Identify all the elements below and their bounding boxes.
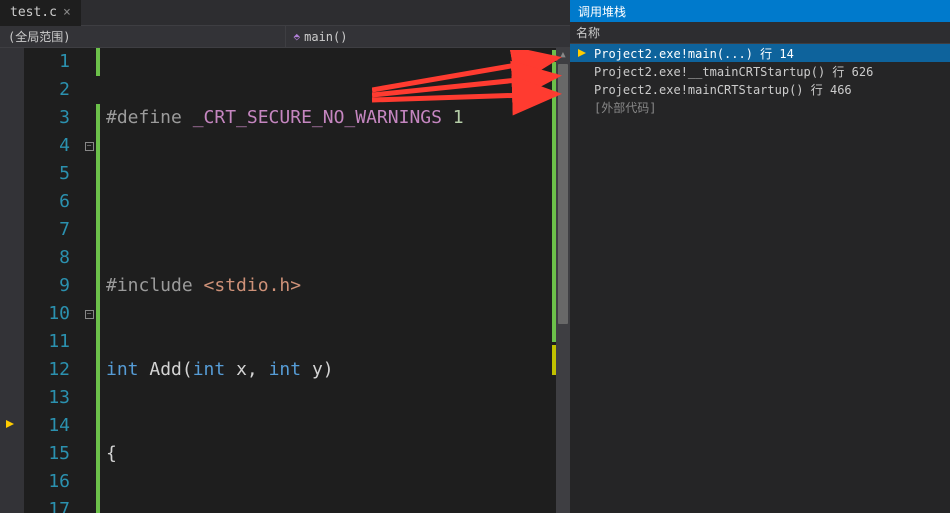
callstack-row[interactable]: Project2.exe!__tmainCRTStartup() 行 626 xyxy=(570,62,950,80)
line-number-gutter: 1 2 3 4 5 6 7 8 9 10 11 12 13 14 15 16 1… xyxy=(24,48,82,513)
frame-label: [外部代码] xyxy=(594,99,656,116)
editor-pane: test.c × (全局范围) ⬘ main() 1 2 3 4 5 6 7 8… xyxy=(0,0,570,513)
frame-label: Project2.exe!main(...) 行 14 xyxy=(594,45,794,62)
scope-bar: (全局范围) ⬘ main() xyxy=(0,26,570,48)
callstack-panel: 调用堆栈 名称 Project2.exe!main(...) 行 14 Proj… xyxy=(570,0,950,513)
callstack-row[interactable]: Project2.exe!main(...) 行 14 xyxy=(570,44,950,62)
callstack-row[interactable]: Project2.exe!mainCRTStartup() 行 466 xyxy=(570,80,950,98)
scroll-up-icon[interactable]: ▲ xyxy=(556,48,570,62)
scrollbar-thumb[interactable] xyxy=(558,64,568,324)
code-text[interactable]: #define _CRT_SECURE_NO_WARNINGS 1 #inclu… xyxy=(100,48,570,513)
tab-label: test.c xyxy=(10,5,57,20)
panel-title[interactable]: 调用堆栈 xyxy=(570,0,950,22)
vertical-scrollbar[interactable]: ▲ xyxy=(556,48,570,513)
fold-icon[interactable]: − xyxy=(85,310,94,319)
current-frame-icon xyxy=(576,49,588,57)
execution-pointer-icon xyxy=(6,420,14,428)
scope-right-label: main() xyxy=(304,30,347,44)
scope-dropdown-right[interactable]: ⬘ main() xyxy=(286,26,571,47)
tab-bar: test.c × xyxy=(0,0,570,26)
fold-icon[interactable]: − xyxy=(85,142,94,151)
method-icon: ⬘ xyxy=(294,30,301,43)
overview-change-mark xyxy=(552,50,556,56)
frame-label: Project2.exe!mainCRTStartup() 行 466 xyxy=(594,81,852,98)
overview-mark xyxy=(552,345,556,375)
scope-dropdown-left[interactable]: (全局范围) xyxy=(0,26,286,47)
file-tab[interactable]: test.c × xyxy=(0,0,81,26)
fold-margin[interactable]: − − xyxy=(82,48,96,513)
callstack-row-external[interactable]: [外部代码] xyxy=(570,98,950,116)
frame-label: Project2.exe!__tmainCRTStartup() 行 626 xyxy=(594,63,873,80)
close-icon[interactable]: × xyxy=(63,5,71,20)
breakpoint-margin[interactable] xyxy=(0,48,24,513)
code-area[interactable]: 1 2 3 4 5 6 7 8 9 10 11 12 13 14 15 16 1… xyxy=(0,48,570,513)
scope-left-label: (全局范围) xyxy=(8,28,70,45)
column-header-name[interactable]: 名称 xyxy=(570,22,950,44)
overview-change-mark xyxy=(552,62,556,342)
